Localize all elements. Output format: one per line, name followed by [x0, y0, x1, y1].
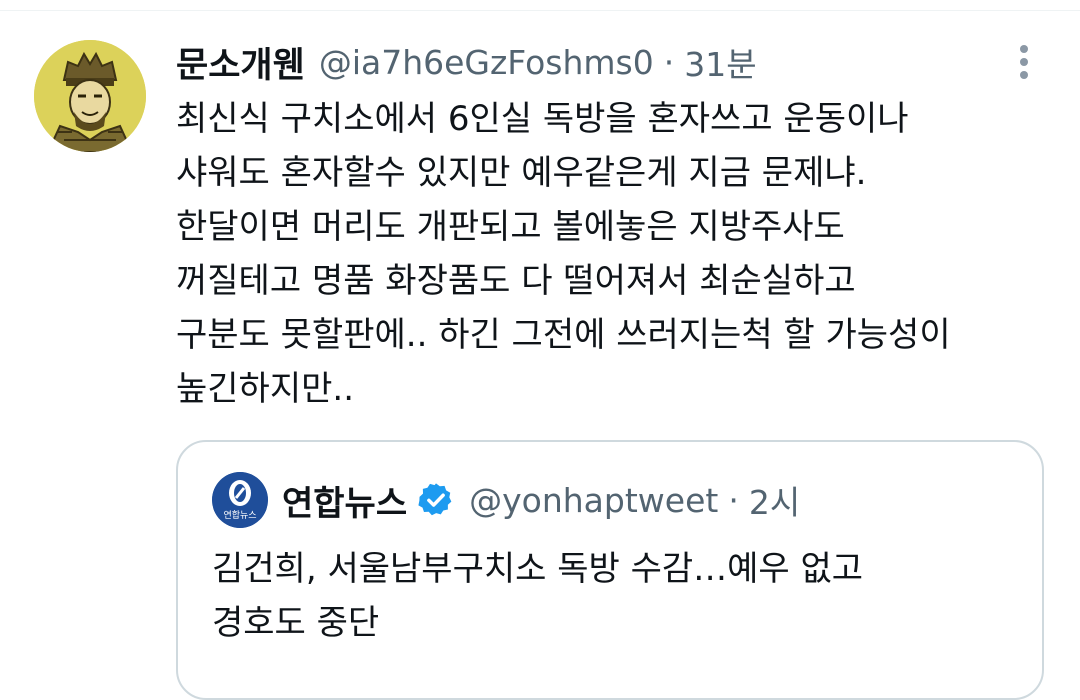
- tweet-text-line: 샤워도 혼자할수 있지만 예우같은게 지금 문제냐.: [176, 153, 867, 193]
- more-vertical-icon[interactable]: [1004, 42, 1044, 82]
- tweet-text-line: 꺼질테고 명품 화장품도 다 떨어져서 최순실하고: [176, 261, 856, 301]
- portrait-avatar-image: [34, 40, 146, 152]
- separator-dot: ·: [728, 480, 739, 520]
- tweet-text-line: 구분도 못할판에.. 하긴 그전에 쓰러지는척 할 가능성이: [176, 315, 951, 355]
- quoted-tweet-header: 연합뉴스 연합뉴스 @yonhaptweet · 2시: [212, 472, 800, 528]
- quoted-user-handle[interactable]: @yonhaptweet: [469, 481, 718, 520]
- logo-text: 연합뉴스: [223, 510, 256, 521]
- separator-dot: ·: [663, 42, 675, 82]
- tweet-text-line: 높긴하지만..: [176, 369, 355, 409]
- tweet-header: 문소개웬 @ia7h6eGzFoshms0 · 31분: [176, 38, 757, 86]
- verified-badge-icon: [417, 481, 455, 519]
- quoted-tweet-text: 김건희, 서울남부구치소 독방 수감…예우 없고 경호도 중단: [212, 542, 1032, 650]
- quoted-timestamp[interactable]: 2시: [749, 476, 800, 524]
- tweet-text-line: 최신식 구치소에서 6인실 독방을 혼자쓰고 운동이나: [176, 99, 909, 139]
- yonhap-logo-avatar[interactable]: 연합뉴스: [212, 472, 268, 528]
- top-divider: [0, 10, 1080, 11]
- quoted-tweet-card[interactable]: 연합뉴스 연합뉴스 @yonhaptweet · 2시 김건희, 서울남부구치소…: [176, 440, 1044, 700]
- quoted-text-line: 김건희, 서울남부구치소 독방 수감…예우 없고: [212, 549, 864, 589]
- quoted-text-line: 경호도 중단: [212, 603, 380, 643]
- display-name[interactable]: 문소개웬: [176, 37, 305, 88]
- user-handle[interactable]: @ia7h6eGzFoshms0: [319, 43, 654, 82]
- tweet-text-line: 한달이면 머리도 개판되고 볼에놓은 지방주사도: [176, 207, 845, 247]
- avatar[interactable]: [34, 40, 146, 152]
- tweet-text: 최신식 구치소에서 6인실 독방을 혼자쓰고 운동이나 샤워도 혼자할수 있지만…: [176, 92, 1056, 416]
- timestamp[interactable]: 31분: [684, 38, 756, 86]
- quoted-display-name[interactable]: 연합뉴스: [282, 476, 407, 525]
